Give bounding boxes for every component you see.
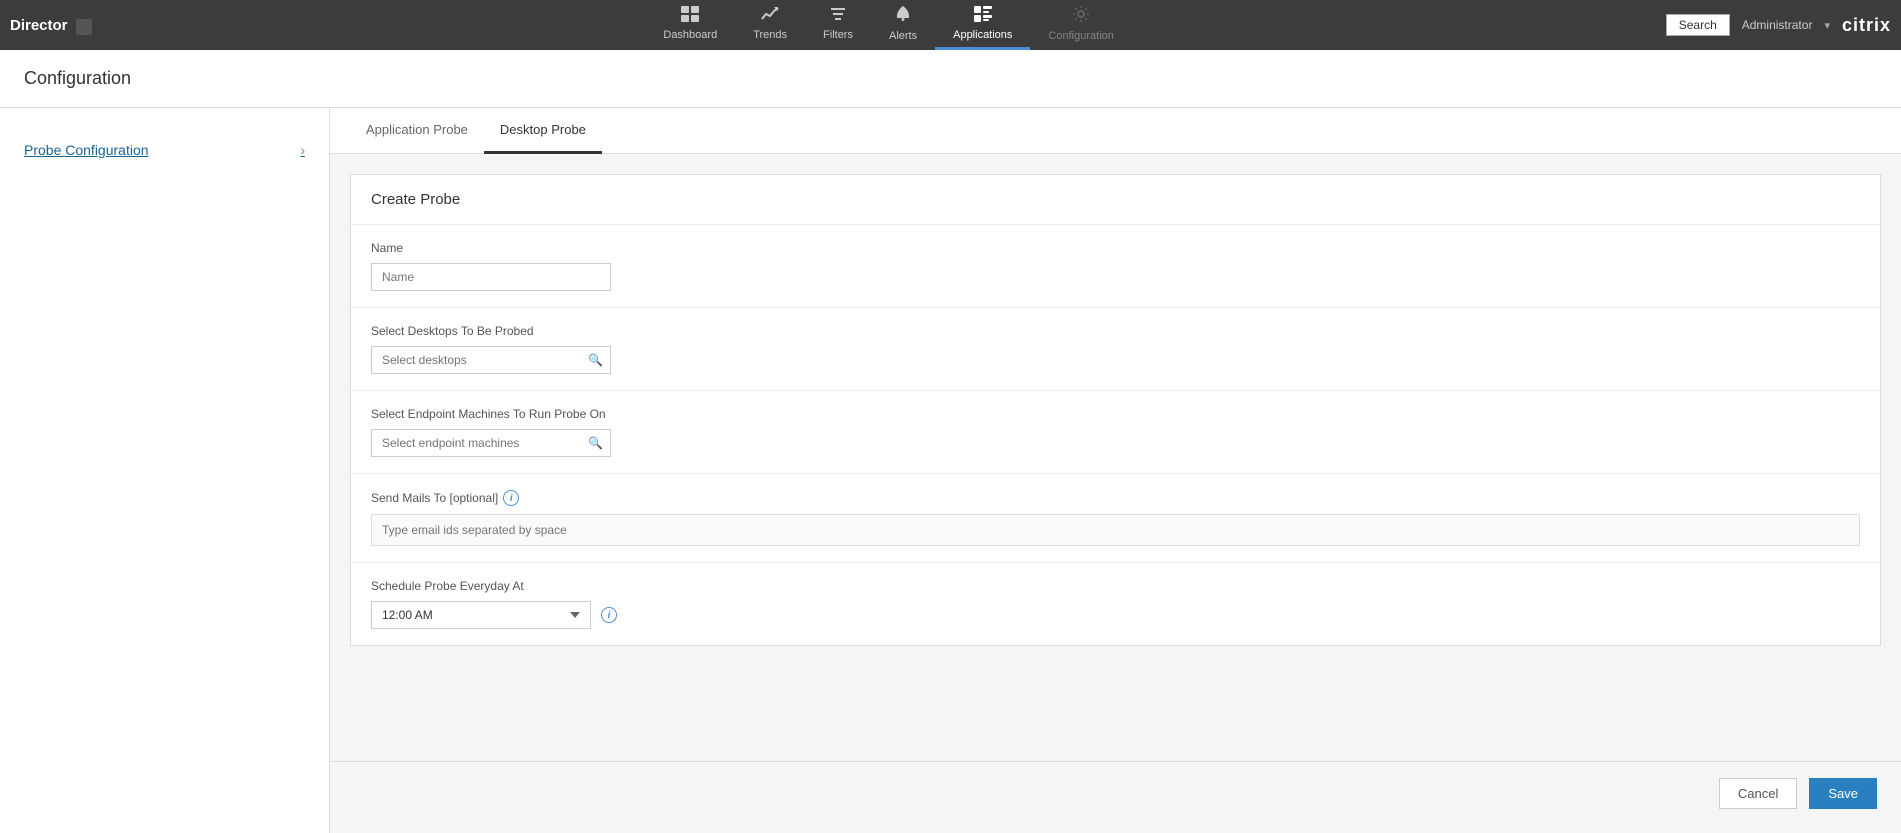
- endpoint-input-wrapper: 🔍: [371, 429, 611, 457]
- tab-desktop-probe[interactable]: Desktop Probe: [484, 108, 602, 154]
- save-button[interactable]: Save: [1809, 778, 1877, 809]
- page-header: Configuration: [0, 50, 1901, 108]
- trends-icon: [761, 6, 779, 27]
- email-label: Send Mails To [optional] i: [371, 490, 1860, 506]
- desktops-input[interactable]: [371, 346, 611, 374]
- desktops-label: Select Desktops To Be Probed: [371, 324, 1860, 338]
- sidebar: Probe Configuration ›: [0, 108, 330, 833]
- citrix-logo: citrix: [1842, 15, 1891, 36]
- email-info-icon[interactable]: i: [503, 490, 519, 506]
- nav-dashboard-label: Dashboard: [663, 29, 717, 41]
- email-input[interactable]: [371, 514, 1860, 546]
- schedule-label: Schedule Probe Everyday At: [371, 579, 1860, 593]
- nav-applications-label: Applications: [953, 29, 1012, 41]
- applications-icon: [974, 6, 992, 27]
- nav-right-actions: Search Administrator ▾ citrix: [1666, 14, 1891, 36]
- top-navigation: Director Dashboard Tr: [0, 0, 1901, 50]
- nav-item-dashboard[interactable]: Dashboard: [645, 0, 735, 50]
- nav-item-alerts[interactable]: Alerts: [871, 0, 935, 51]
- form-title: Create Probe: [351, 175, 1880, 224]
- tab-bar: Application Probe Desktop Probe: [330, 108, 1901, 154]
- name-input[interactable]: [371, 263, 611, 291]
- schedule-info-icon[interactable]: i: [601, 607, 617, 623]
- nav-configuration-label: Configuration: [1048, 30, 1113, 42]
- endpoint-search-icon: 🔍: [588, 436, 603, 450]
- nav-items: Dashboard Trends Filters: [112, 0, 1666, 51]
- app-subtitle: [76, 19, 92, 35]
- endpoint-section: Select Endpoint Machines To Run Probe On…: [351, 390, 1880, 473]
- admin-chevron: ▾: [1824, 19, 1830, 32]
- content-area: Application Probe Desktop Probe Create P…: [330, 108, 1901, 833]
- search-button[interactable]: Search: [1666, 14, 1730, 36]
- nav-item-applications[interactable]: Applications: [935, 0, 1030, 50]
- tab-application-probe-label: Application Probe: [366, 122, 468, 137]
- endpoint-label: Select Endpoint Machines To Run Probe On: [371, 407, 1860, 421]
- schedule-section: Schedule Probe Everyday At 12:00 AM 1:00…: [351, 562, 1880, 645]
- nav-item-trends[interactable]: Trends: [735, 0, 805, 50]
- sidebar-item-probe-configuration[interactable]: Probe Configuration ›: [0, 128, 329, 172]
- desktops-search-icon: 🔍: [588, 353, 603, 367]
- endpoint-input[interactable]: [371, 429, 611, 457]
- schedule-select[interactable]: 12:00 AM 1:00 AM 2:00 AM 6:00 AM 12:00 P…: [371, 601, 591, 629]
- desktops-section: Select Desktops To Be Probed 🔍: [351, 307, 1880, 390]
- schedule-row: 12:00 AM 1:00 AM 2:00 AM 6:00 AM 12:00 P…: [371, 601, 1860, 629]
- chevron-right-icon: ›: [300, 142, 305, 158]
- nav-filters-label: Filters: [823, 29, 853, 41]
- page-title: Configuration: [24, 68, 131, 88]
- nav-item-configuration: Configuration: [1030, 0, 1131, 51]
- app-name: Director: [10, 17, 68, 34]
- alerts-icon: [894, 5, 912, 28]
- app-logo: Director: [10, 17, 92, 34]
- nav-alerts-label: Alerts: [889, 30, 917, 42]
- sidebar-item-label: Probe Configuration: [24, 142, 149, 158]
- nav-trends-label: Trends: [753, 29, 787, 41]
- admin-dropdown[interactable]: Administrator: [1742, 18, 1813, 32]
- tab-desktop-probe-label: Desktop Probe: [500, 122, 586, 137]
- create-probe-form: Create Probe Name Select Desktops To Be …: [350, 174, 1881, 646]
- tab-application-probe[interactable]: Application Probe: [350, 108, 484, 154]
- dashboard-icon: [681, 6, 699, 27]
- name-section: Name: [351, 224, 1880, 307]
- nav-item-filters[interactable]: Filters: [805, 0, 871, 50]
- configuration-icon: [1072, 5, 1090, 28]
- footer-actions: Cancel Save: [330, 761, 1901, 825]
- email-section: Send Mails To [optional] i: [351, 473, 1880, 562]
- cancel-button[interactable]: Cancel: [1719, 778, 1797, 809]
- desktops-input-wrapper: 🔍: [371, 346, 611, 374]
- name-label: Name: [371, 241, 1860, 255]
- filters-icon: [829, 6, 847, 27]
- main-layout: Probe Configuration › Application Probe …: [0, 108, 1901, 833]
